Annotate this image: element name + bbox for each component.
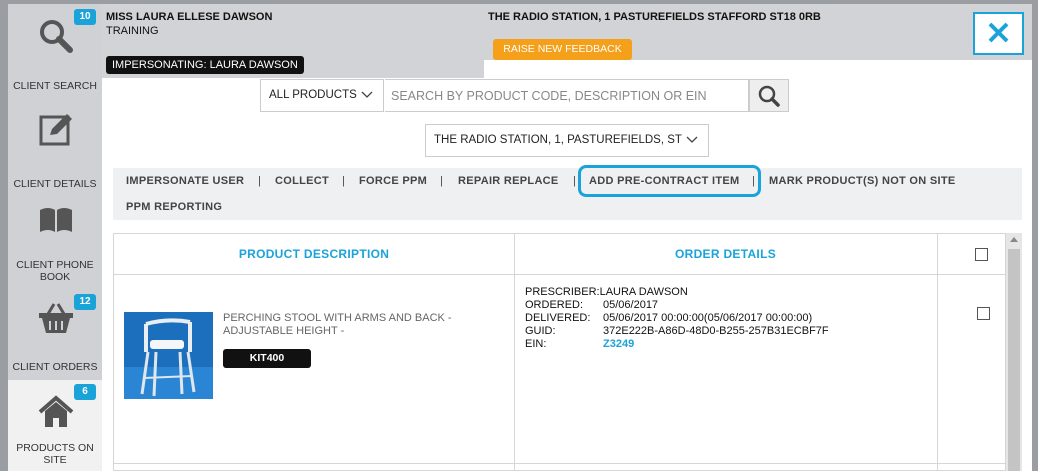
home-icon: [38, 395, 74, 427]
column-divider: [937, 234, 938, 471]
client-orders-badge: 12: [74, 294, 96, 310]
scrollbar-thumb[interactable]: [1008, 249, 1020, 471]
column-divider: [514, 234, 515, 471]
order-ordered: ORDERED: 05/06/2017: [525, 299, 658, 312]
force-ppm-link[interactable]: FORCE PPM: [359, 175, 427, 187]
sidebar-item-label: CLIENT ORDERS: [12, 361, 98, 373]
edit-icon: [39, 114, 72, 146]
header-divider: [114, 274, 1007, 275]
product-code-badge: KIT400: [223, 349, 311, 368]
order-guid: GUID: 372E222B-A86D-48D0-B255-257B31ECBF…: [525, 325, 829, 338]
address-select[interactable]: THE RADIO STATION, 1, PASTUREFIELDS, ST: [425, 124, 709, 157]
address-select-value: THE RADIO STATION, 1, PASTUREFIELDS, ST: [434, 134, 682, 146]
sidebar-item-label: PRODUCTS ON SITE: [16, 442, 94, 466]
sidebar-item-client-orders[interactable]: 12 CLIENT ORDERS: [8, 292, 102, 380]
collect-link[interactable]: COLLECT: [275, 175, 329, 187]
client-subtitle: TRAINING: [106, 25, 159, 37]
search-icon: [40, 20, 73, 53]
product-image: [124, 312, 213, 399]
close-button[interactable]: [973, 12, 1024, 55]
scrollbar[interactable]: [1006, 233, 1022, 471]
product-description: PERCHING STOOL WITH ARMS AND BACK - ADJU…: [223, 312, 452, 337]
client-address: THE RADIO STATION, 1 PASTUREFIELDS STAFF…: [488, 11, 821, 23]
chevron-down-icon: [361, 91, 373, 98]
order-prescriber: PRESCRIBER:LAURA DAWSON: [525, 286, 688, 299]
ordered-value: 05/06/2017: [603, 299, 659, 311]
basket-icon: [39, 303, 73, 333]
products-on-site-badge: 6: [74, 384, 96, 400]
ein-link[interactable]: Z3249: [603, 338, 634, 351]
action-separator: |: [342, 175, 345, 187]
window-frame-right: [1032, 0, 1038, 471]
order-delivered: DELIVERED: 05/06/2017 00:00:00(05/06/201…: [525, 312, 812, 325]
search-input[interactable]: [385, 79, 749, 112]
chevron-down-icon: [686, 133, 698, 145]
prescriber-value: LAURA DAWSON: [599, 286, 688, 298]
ordered-label: ORDERED:: [525, 299, 584, 311]
sidebar-item-label: CLIENT PHONE BOOK: [16, 259, 94, 283]
mark-not-on-site-link[interactable]: MARK PRODUCT(S) NOT ON SITE: [769, 175, 956, 187]
repair-replace-link[interactable]: REPAIR REPLACE: [458, 175, 559, 187]
order-ein: EIN: Z3249: [525, 338, 634, 351]
sidebar-item-client-phone-book[interactable]: CLIENT PHONE BOOK: [8, 196, 102, 292]
row-divider: [114, 463, 1007, 464]
search-button[interactable]: [749, 79, 789, 112]
delivered-label: DELIVERED:: [525, 312, 591, 324]
raise-feedback-button[interactable]: RAISE NEW FEEDBACK: [493, 39, 632, 60]
highlight-outline: [578, 165, 761, 197]
header-strip: [484, 60, 1032, 78]
sidebar-item-products-on-site[interactable]: 6 PRODUCTS ON SITE: [8, 380, 102, 471]
book-icon: [40, 208, 72, 232]
action-separator: |: [258, 175, 261, 187]
client-name: MISS LAURA ELLESE DAWSON: [106, 11, 273, 23]
product-filter-value: ALL PRODUCTS: [269, 89, 357, 101]
action-separator: |: [752, 175, 755, 187]
row-select-checkbox[interactable]: [977, 307, 990, 320]
product-filter-select[interactable]: ALL PRODUCTS: [260, 79, 384, 112]
select-all-checkbox[interactable]: [975, 248, 988, 261]
action-separator: |: [573, 175, 576, 187]
client-search-badge: 10: [74, 9, 96, 25]
sidebar: 10 CLIENT SEARCH CLIENT DETAILS CLIENT P…: [8, 4, 102, 471]
sidebar-item-label: CLIENT DETAILS: [13, 178, 97, 190]
sidebar-item-client-search[interactable]: 10 CLIENT SEARCH: [8, 4, 102, 100]
sidebar-item-label: CLIENT SEARCH: [13, 80, 97, 92]
impersonating-badge: IMPERSONATING: LAURA DAWSON: [106, 56, 304, 74]
ein-label: EIN:: [525, 338, 547, 350]
prescriber-label: PRESCRIBER:: [525, 286, 600, 298]
ppm-reporting-link[interactable]: PPM REPORTING: [126, 201, 222, 213]
guid-value: 372E222B-A86D-48D0-B255-257B31ECBF7F: [603, 325, 829, 337]
products-table: PRODUCT DESCRIPTION ORDER DETAILS PERCHI…: [113, 233, 1007, 471]
action-separator: |: [440, 175, 443, 187]
sidebar-item-client-details[interactable]: CLIENT DETAILS: [8, 100, 102, 196]
column-header-product: PRODUCT DESCRIPTION: [238, 247, 390, 261]
column-header-order: ORDER DETAILS: [674, 247, 776, 261]
search-icon: [758, 85, 780, 107]
perching-stool-image: [124, 312, 213, 399]
scroll-up-arrow-icon[interactable]: [1010, 237, 1018, 242]
close-icon: [988, 22, 1009, 43]
impersonate-user-link[interactable]: IMPERSONATE USER: [126, 175, 244, 187]
guid-label: GUID:: [525, 325, 556, 337]
delivered-value: 05/06/2017 00:00:00(05/06/2017 00:00:00): [603, 312, 813, 324]
